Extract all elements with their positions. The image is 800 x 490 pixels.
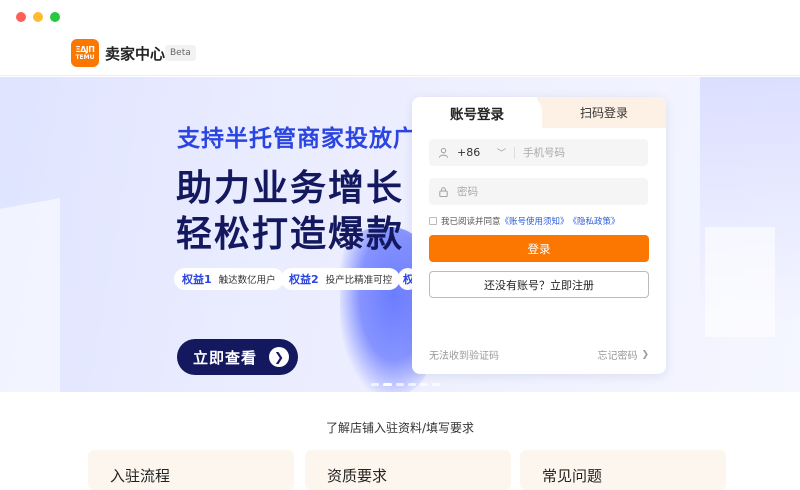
hero-subtitle: 支持半托管商家投放广 [177,126,417,152]
chevron-down-icon[interactable]: ﹀ [497,146,506,159]
perk-badge-2: 权益2 投产比精准可控 [281,268,401,290]
info-card-qualification[interactable]: 资质要求 [305,450,511,490]
view-now-label: 立即查看 [193,348,258,367]
chevron-right-icon: ❯ [641,349,649,360]
tab-account-login[interactable]: 账号登录 [412,97,542,128]
agreement-checkbox[interactable] [429,217,437,225]
section-title: 了解店铺入驻资料/填写要求 [325,421,475,435]
beta-badge: Beta [165,45,196,61]
forgot-password-link[interactable]: 忘记密码 ❯ [597,347,649,363]
carousel-dot-active[interactable] [383,383,392,386]
info-card-label: 常见问题 [542,467,603,485]
forgot-password-label: 忘记密码 [597,351,638,362]
maximize-window-button[interactable] [50,12,60,22]
window-titlebar [0,0,800,32]
info-card-onboarding[interactable]: 入驻流程 [88,450,294,490]
temu-logo[interactable]: ΞΔJΠ TEMU [71,39,99,67]
password-field[interactable] [429,178,648,205]
carousel-dot[interactable] [396,383,404,386]
lock-icon [437,186,449,198]
info-card-label: 资质要求 [327,467,388,485]
password-input[interactable] [457,185,577,198]
carousel-dot[interactable] [408,383,416,386]
carousel-dot[interactable] [420,383,428,386]
perk-tag: 权益2 [289,273,319,286]
perk-tag: 权益1 [182,273,212,286]
decorative-panel [0,198,60,392]
hero-banner[interactable]: 支持半托管商家投放广 助力业务增长 轻松打造爆款 权益1 触达数亿用户 权益2 … [0,77,800,392]
carousel-dot[interactable] [432,383,440,386]
register-button[interactable]: 还没有账号？立即注册 [429,271,649,298]
perk-text: 投产比精准可控 [325,275,393,286]
info-card-faq[interactable]: 常见问题 [520,450,726,490]
login-button[interactable]: 登录 [429,235,649,262]
close-window-button[interactable] [16,12,26,22]
perk-text: 触达数亿用户 [218,275,276,286]
terms-link[interactable]: 《账号使用须知》 [501,215,569,227]
hero-headline-line2: 轻松打造爆款 [176,214,405,255]
perk-badge-1: 权益1 触达数亿用户 [174,268,284,290]
privacy-link[interactable]: 《隐私政策》 [569,215,620,227]
hero-headline-line1: 助力业务增长 [176,168,405,209]
carousel-indicator [371,383,440,386]
no-code-link[interactable]: 无法收到验证码 [429,347,499,362]
minimize-window-button[interactable] [33,12,43,22]
view-now-button[interactable]: 立即查看 ❯ [177,339,298,375]
country-code-select[interactable]: +86 [457,146,491,159]
agreement-text: 我已阅读并同意 [441,217,501,227]
phone-input[interactable] [523,146,644,159]
tab-qr-login[interactable]: 扫码登录 [542,97,666,128]
login-card: 账号登录 扫码登录 +86 ﹀ 我已阅读并同意 《账号使用须知》 《隐私政策》 … [412,97,666,374]
decorative-panel [705,227,775,337]
info-card-label: 入驻流程 [110,467,171,485]
arrow-right-icon: ❯ [269,347,289,367]
phone-field[interactable]: +86 ﹀ [429,139,648,166]
app-title: 卖家中心 [105,45,166,63]
carousel-dot[interactable] [371,383,379,386]
agreement-row: 我已阅读并同意 《账号使用须知》 《隐私政策》 [429,215,620,227]
app-header: ΞΔJΠ TEMU 卖家中心 Beta [0,32,800,76]
user-icon [437,147,449,159]
